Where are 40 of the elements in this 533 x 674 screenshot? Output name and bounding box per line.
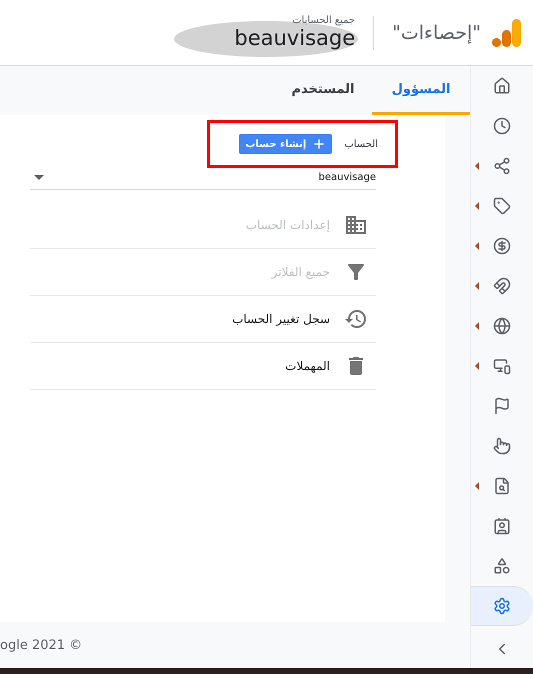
magnet-icon [493, 277, 511, 295]
logo-icon [491, 16, 523, 48]
dollar-icon [493, 237, 511, 255]
menu-label: جميع الفلاتر [272, 265, 330, 279]
contact-icon [493, 517, 511, 535]
copyright-text: ogle 2021 © [0, 638, 82, 652]
settings-icon [493, 597, 511, 615]
caret-icon [475, 242, 479, 250]
nodes-icon [493, 157, 511, 175]
product-title: "إحصاءات" [392, 22, 481, 44]
create-account-button[interactable]: إنشاء حساب [239, 134, 332, 154]
menu-label: المهملات [285, 359, 330, 373]
caret-icon [475, 322, 479, 330]
breadcrumb-link[interactable]: جميع الحسابات [292, 15, 356, 26]
account-select[interactable]: beauvisage [30, 165, 376, 190]
flag-icon [493, 397, 511, 415]
pointer-icon [493, 437, 511, 455]
clock-icon [493, 117, 511, 135]
history-icon [344, 307, 368, 331]
report-search-icon [493, 477, 511, 495]
tag-icon [493, 197, 511, 215]
caret-icon [475, 282, 479, 290]
tab[interactable]: المستخدم [274, 66, 372, 115]
caret-icon [475, 482, 479, 490]
shapes-icon [493, 557, 511, 575]
devices-icon [493, 357, 511, 375]
sidebar-item[interactable] [471, 586, 533, 626]
building-icon [344, 213, 368, 237]
caret-icon [475, 162, 479, 170]
menu-item[interactable]: سجل تغيير الحساب [30, 296, 376, 343]
dropdown-caret-icon [34, 174, 44, 180]
menu-label: سجل تغيير الحساب [232, 312, 330, 326]
plus-icon [312, 137, 326, 151]
menu-item[interactable]: المهملات [30, 343, 376, 390]
home-icon [493, 77, 511, 95]
column-label: الحساب [344, 138, 378, 150]
caret-icon [475, 202, 479, 210]
caret-icon [475, 362, 479, 370]
globe-icon [493, 317, 511, 335]
menu-label: إعدادات الحساب [246, 218, 330, 232]
